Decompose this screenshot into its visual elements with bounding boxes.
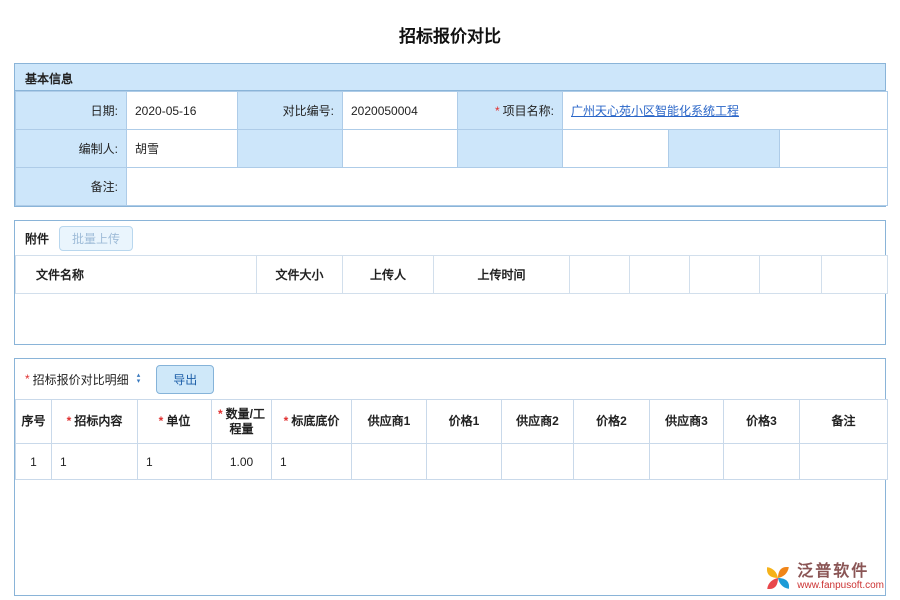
col-upload-time: 上传时间 xyxy=(434,256,570,294)
project-name-label: *项目名称: xyxy=(458,92,563,130)
pinwheel-logo-icon xyxy=(765,565,791,591)
attachments-empty-area xyxy=(15,294,885,344)
col-supplier1: 供应商1 xyxy=(352,400,427,444)
col-empty xyxy=(760,256,822,294)
col-empty xyxy=(630,256,690,294)
cell-price1 xyxy=(427,444,502,480)
date-value: 2020-05-16 xyxy=(127,92,238,130)
cell-supplier1 xyxy=(352,444,427,480)
sort-down-arrow: ▾ xyxy=(137,379,141,385)
cell-bid-content: 1 xyxy=(52,444,138,480)
col-unit: *单位 xyxy=(138,400,212,444)
empty-value-cell xyxy=(780,130,888,168)
cell-supplier2 xyxy=(502,444,574,480)
attachments-table: 文件名称 文件大小 上传人 上传时间 xyxy=(15,255,888,294)
col-file-name: 文件名称 xyxy=(16,256,257,294)
detail-data-row: 1 1 1 1.00 1 xyxy=(16,444,888,480)
date-label: 日期: xyxy=(16,92,127,130)
basic-info-section-header: 基本信息 xyxy=(15,64,885,91)
remark-label: 备注: xyxy=(16,168,127,206)
project-name-label-text: 项目名称: xyxy=(503,104,554,118)
col-empty xyxy=(570,256,630,294)
page-title: 招标报价对比 xyxy=(0,0,900,63)
attachments-title: 附件 xyxy=(25,230,49,247)
detail-section: * 招标报价对比明细 ▴ ▾ 导出 序号 *招标内容 *单位 *数量/工程量 *… xyxy=(14,358,886,596)
detail-header-row: 序号 *招标内容 *单位 *数量/工程量 *标底底价 供应商1 价格1 供应商2… xyxy=(16,400,888,444)
empty-value-cell xyxy=(563,130,669,168)
attachments-toolbar: 附件 批量上传 xyxy=(15,221,885,255)
cell-base-price: 1 xyxy=(272,444,352,480)
creator-value: 胡雪 xyxy=(127,130,238,168)
project-name-cell: 广州天心苑小区智能化系统工程 xyxy=(563,92,888,130)
detail-title: 招标报价对比明细 xyxy=(33,371,129,388)
cell-quantity: 1.00 xyxy=(212,444,272,480)
col-uploader: 上传人 xyxy=(343,256,434,294)
detail-table: 序号 *招标内容 *单位 *数量/工程量 *标底底价 供应商1 价格1 供应商2… xyxy=(15,399,888,480)
col-serial: 序号 xyxy=(16,400,52,444)
cell-price2 xyxy=(574,444,650,480)
creator-label: 编制人: xyxy=(16,130,127,168)
cell-remark xyxy=(800,444,888,480)
cell-serial: 1 xyxy=(16,444,52,480)
cell-supplier3 xyxy=(650,444,724,480)
col-remark: 备注 xyxy=(800,400,888,444)
col-supplier3: 供应商3 xyxy=(650,400,724,444)
detail-empty-area xyxy=(15,480,885,595)
attachments-header-row: 文件名称 文件大小 上传人 上传时间 xyxy=(16,256,888,294)
brand-url: www.fanpusoft.com xyxy=(797,580,884,592)
col-price2: 价格2 xyxy=(574,400,650,444)
sort-icon[interactable]: ▴ ▾ xyxy=(137,373,141,385)
footer-logo-text: 泛普软件 www.fanpusoft.com xyxy=(797,563,884,592)
col-empty xyxy=(822,256,888,294)
basic-info-row-1: 日期: 2020-05-16 对比编号: 2020050004 *项目名称: 广… xyxy=(16,92,888,130)
compare-no-value: 2020050004 xyxy=(343,92,458,130)
empty-label-cell xyxy=(669,130,780,168)
project-name-link[interactable]: 广州天心苑小区智能化系统工程 xyxy=(571,104,739,118)
required-asterisk: * xyxy=(25,372,30,386)
required-asterisk: * xyxy=(495,104,500,118)
required-asterisk: * xyxy=(218,407,223,421)
col-quantity: *数量/工程量 xyxy=(212,400,272,444)
page: 招标报价对比 基本信息 日期: 2020-05-16 对比编号: 2020050… xyxy=(0,0,900,600)
col-file-size: 文件大小 xyxy=(257,256,343,294)
col-bid-content: *招标内容 xyxy=(52,400,138,444)
basic-info-section: 基本信息 日期: 2020-05-16 对比编号: 2020050004 *项目… xyxy=(14,63,886,207)
basic-info-table: 日期: 2020-05-16 对比编号: 2020050004 *项目名称: 广… xyxy=(15,91,888,206)
empty-value-cell xyxy=(343,130,458,168)
export-button[interactable]: 导出 xyxy=(156,365,214,394)
basic-info-row-2: 编制人: 胡雪 xyxy=(16,130,888,168)
required-asterisk: * xyxy=(284,414,289,428)
batch-upload-button[interactable]: 批量上传 xyxy=(59,226,133,251)
cell-unit: 1 xyxy=(138,444,212,480)
col-base-price: *标底底价 xyxy=(272,400,352,444)
required-asterisk: * xyxy=(67,414,72,428)
col-empty xyxy=(690,256,760,294)
remark-value xyxy=(127,168,888,206)
cell-price3 xyxy=(724,444,800,480)
empty-label-cell xyxy=(238,130,343,168)
empty-label-cell xyxy=(458,130,563,168)
attachments-section: 附件 批量上传 文件名称 文件大小 上传人 上传时间 xyxy=(14,220,886,345)
brand-name: 泛普软件 xyxy=(797,563,884,580)
col-price1: 价格1 xyxy=(427,400,502,444)
required-asterisk: * xyxy=(159,414,164,428)
footer-logo: 泛普软件 www.fanpusoft.com xyxy=(765,563,884,592)
col-price3: 价格3 xyxy=(724,400,800,444)
compare-no-label: 对比编号: xyxy=(238,92,343,130)
detail-toolbar: * 招标报价对比明细 ▴ ▾ 导出 xyxy=(15,359,885,399)
basic-info-row-3: 备注: xyxy=(16,168,888,206)
col-supplier2: 供应商2 xyxy=(502,400,574,444)
